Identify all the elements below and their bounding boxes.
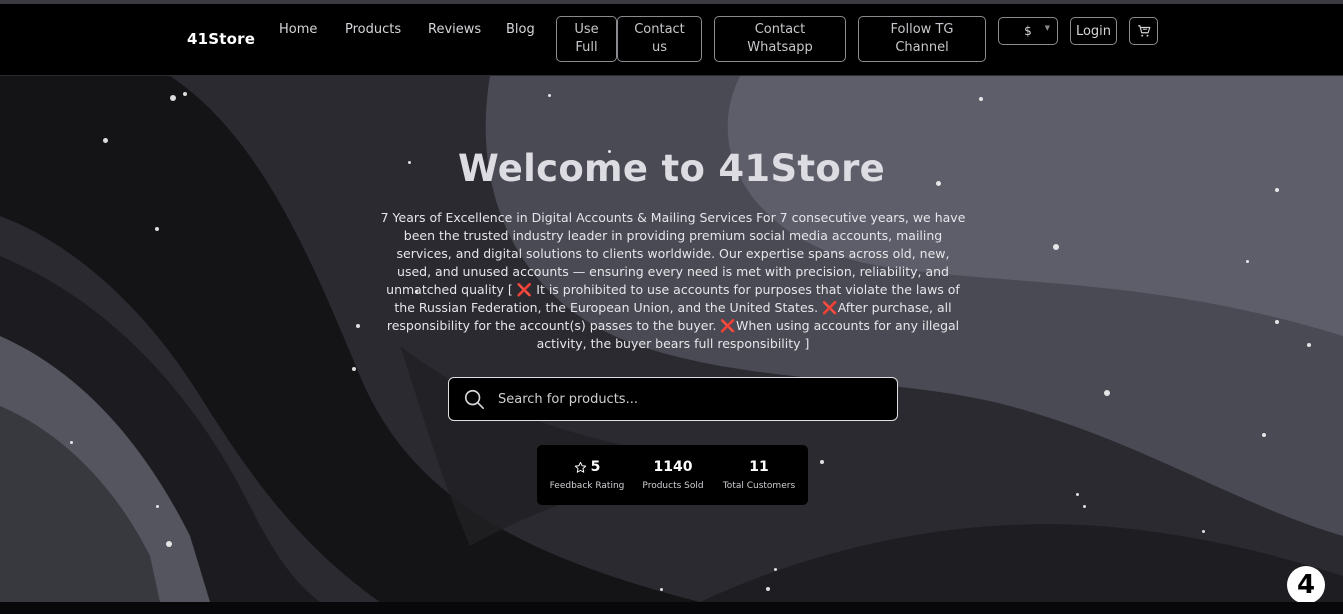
- contact-us-label-line2: us: [651, 40, 667, 55]
- stat-customers-value: 11: [749, 459, 769, 475]
- contact-us-label-line1: Contact: [634, 22, 685, 37]
- nav-link-products[interactable]: Products: [345, 22, 401, 37]
- navbar: 41Store Home Products Reviews Blog Use Fu…: [0, 4, 1343, 76]
- responsibility-x-icon: ❌: [822, 300, 838, 315]
- page-bottom-edge: [0, 602, 1343, 614]
- stat-feedback-rating: 5 Feedback Rating: [549, 459, 625, 491]
- corner-logo-badge[interactable]: 4: [1287, 566, 1325, 604]
- hero-title: Welcome to 41Store: [457, 147, 886, 190]
- login-button[interactable]: Login: [1070, 17, 1117, 45]
- stat-total-customers: 11 Total Customers: [721, 459, 797, 491]
- stat-rating-value: 5: [590, 459, 601, 475]
- contact-us-button[interactable]: Contact us: [617, 16, 702, 62]
- follow-tg-label-line2: Channel: [895, 40, 949, 55]
- follow-tg-label-line1: Follow TG: [890, 22, 954, 37]
- stats-panel: 5 Feedback Rating 1140 Products Sold 11 …: [537, 445, 808, 505]
- contact-whatsapp-button[interactable]: Contact Whatsapp: [714, 16, 846, 62]
- stat-customers-label: Total Customers: [722, 481, 796, 491]
- stat-rating-label: Feedback Rating: [549, 481, 625, 491]
- chevron-down-icon: ▼: [1044, 24, 1050, 32]
- nav-link-blog[interactable]: Blog: [506, 22, 535, 37]
- use-full-label-line2: Full: [575, 40, 598, 55]
- use-full-button[interactable]: Use Full: [556, 16, 617, 62]
- nav-link-home[interactable]: Home: [279, 22, 317, 37]
- star-icon: [574, 461, 586, 473]
- use-full-label-line1: Use: [574, 22, 599, 37]
- search-icon: [464, 389, 484, 409]
- contact-whatsapp-label-line1: Contact: [754, 22, 806, 37]
- stat-products-sold: 1140 Products Sold: [641, 459, 705, 491]
- currency-value: $: [1024, 24, 1032, 38]
- follow-tg-channel-button[interactable]: Follow TG Channel: [858, 16, 986, 62]
- stat-sold-label: Products Sold: [642, 481, 704, 491]
- prohibited-x-icon: ❌: [516, 282, 533, 297]
- illegal-x-icon: ❌: [720, 318, 736, 333]
- nav-link-reviews[interactable]: Reviews: [428, 22, 481, 37]
- currency-select[interactable]: $ ▼: [998, 17, 1058, 45]
- cart-button[interactable]: [1129, 17, 1158, 45]
- hero-description: 7 Years of Excellence in Digital Account…: [378, 209, 968, 353]
- contact-whatsapp-label-line2: Whatsapp: [747, 40, 813, 55]
- search-input[interactable]: [498, 391, 868, 407]
- search-bar: [448, 377, 898, 421]
- brand-logo[interactable]: 41Store: [187, 30, 255, 48]
- cart-icon: [1137, 25, 1150, 37]
- stat-sold-value: 1140: [653, 459, 693, 475]
